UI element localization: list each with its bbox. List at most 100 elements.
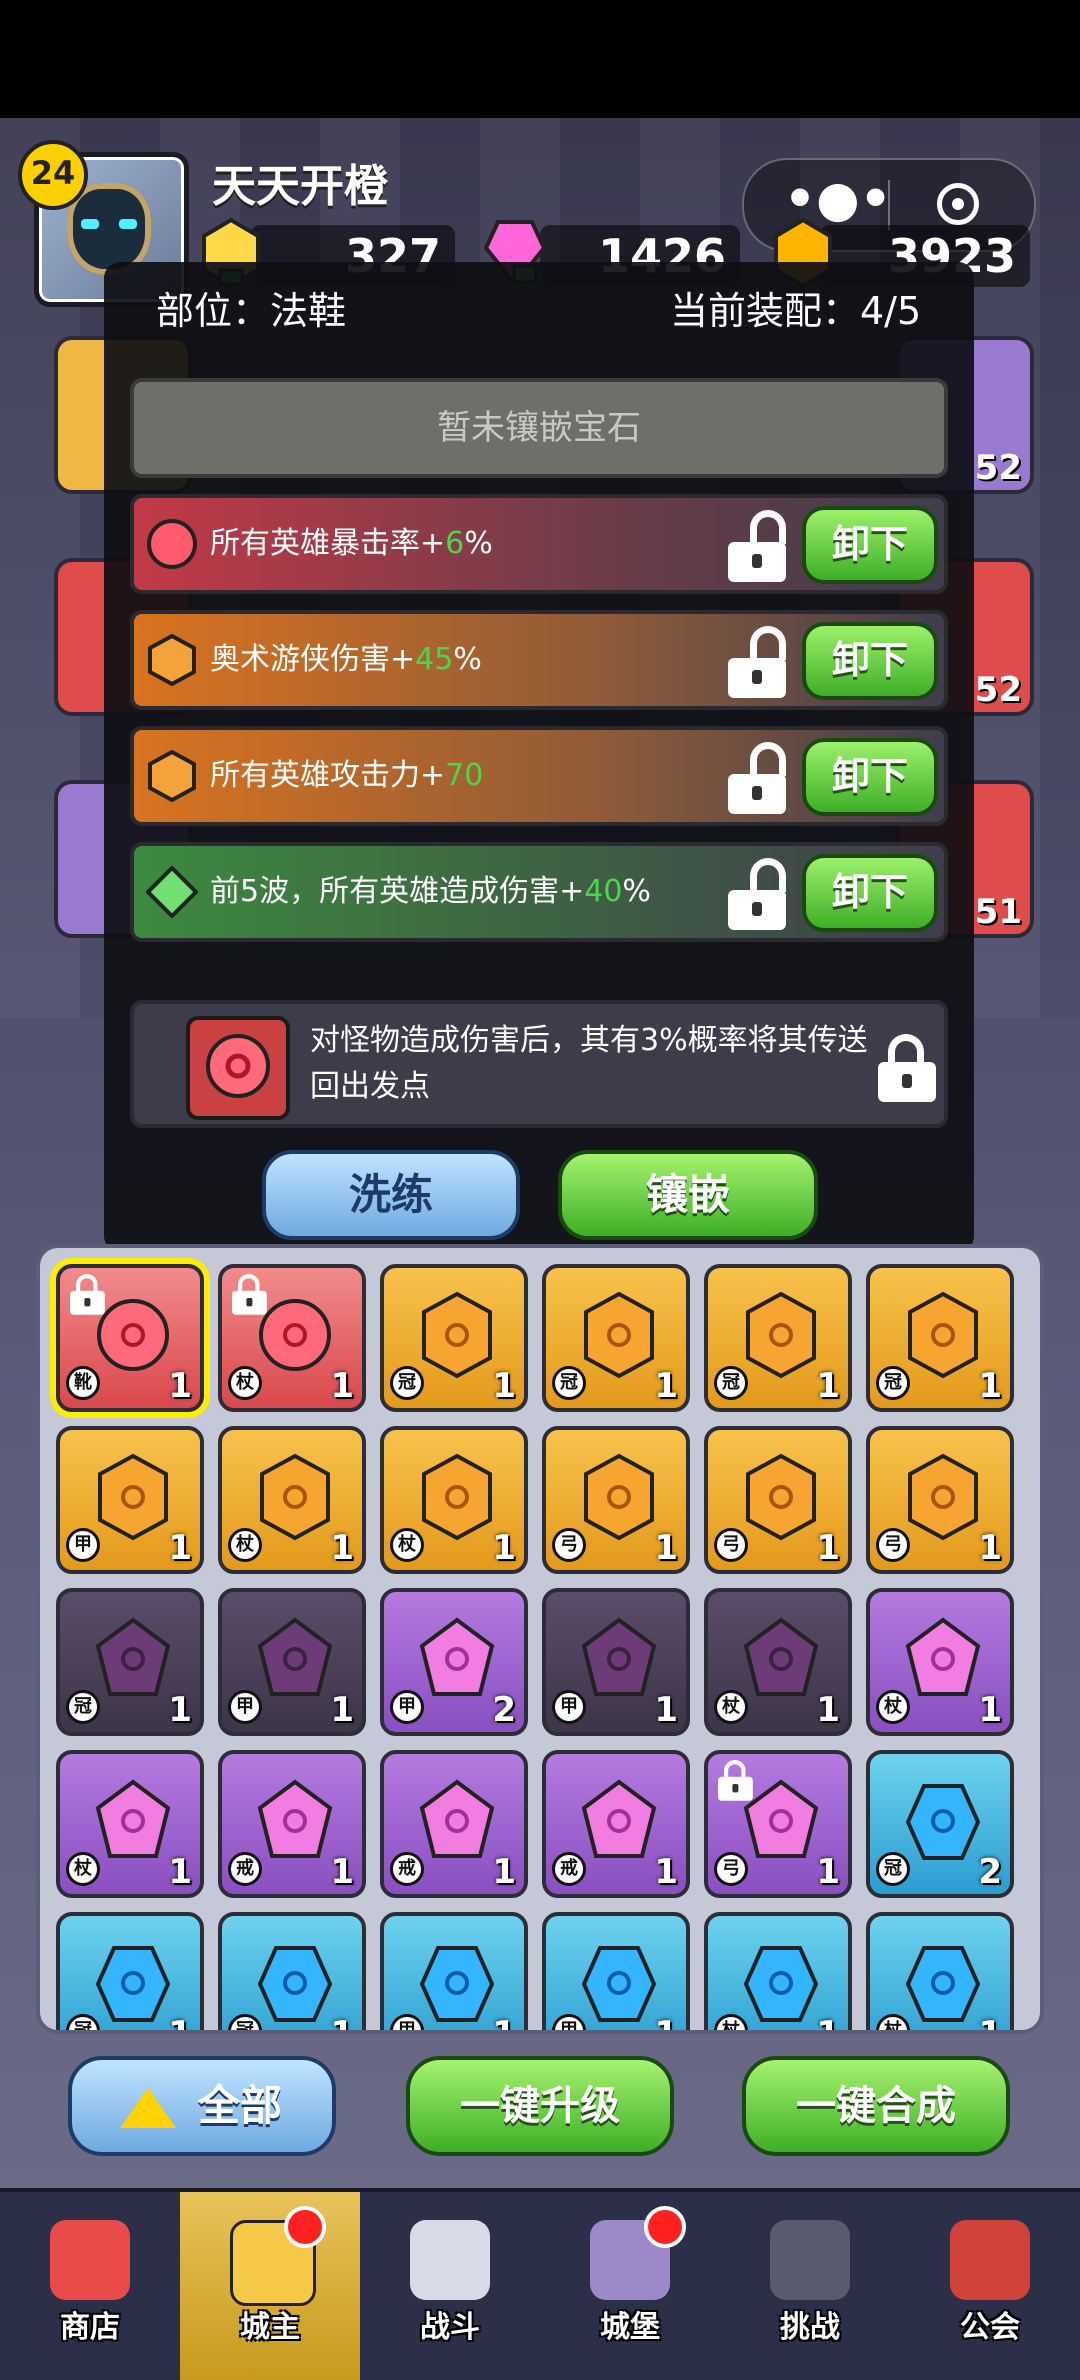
inventory-gem-slot[interactable]: 冠1: [866, 1264, 1014, 1412]
gem-icon: [746, 1291, 816, 1379]
unequip-button[interactable]: 卸下: [802, 854, 938, 932]
inventory-gem-slot[interactable]: 戒1: [542, 1750, 690, 1898]
gem-row: 所有英雄暴击率+6% 卸下: [130, 494, 948, 594]
equip-type-icon: 杖: [66, 1852, 100, 1886]
notification-dot: [284, 2206, 326, 2248]
gem-count: 1: [168, 2014, 192, 2034]
gem-count: 1: [330, 1690, 354, 1730]
nav-item-challenge[interactable]: 挑战: [720, 2192, 900, 2380]
gem-icon: [419, 1946, 495, 2022]
unlock-icon[interactable]: [728, 626, 786, 698]
inventory-gem-slot[interactable]: 冠1: [56, 1912, 204, 2034]
inventory-gem-slot[interactable]: 杖1: [218, 1426, 366, 1574]
compose-all-button[interactable]: 一键合成: [742, 2056, 1010, 2156]
unlock-icon[interactable]: [728, 858, 786, 930]
gem-icon: [422, 1453, 492, 1541]
nav-item-lord[interactable]: 城主: [180, 2192, 360, 2380]
inventory-gem-slot[interactable]: 戒1: [218, 1750, 366, 1898]
gem-icon: [422, 1291, 492, 1379]
filter-all-button[interactable]: 全部: [68, 2056, 336, 2156]
equip-type-icon: 冠: [714, 1366, 748, 1400]
gem-inventory-panel[interactable]: 靴1杖1冠1冠1冠1冠1甲1杖1杖1弓1弓1弓1冠1甲1甲2甲1杖1杖1杖1戒1…: [36, 1244, 1044, 2034]
inventory-gem-slot[interactable]: 甲1: [542, 1588, 690, 1736]
inventory-gem-slot[interactable]: 靴1: [56, 1264, 204, 1412]
gem-count: 1: [168, 1690, 192, 1730]
inventory-gem-slot[interactable]: 弓1: [866, 1426, 1014, 1574]
inventory-gem-slot[interactable]: 戒1: [380, 1750, 528, 1898]
unlock-icon[interactable]: [728, 510, 786, 582]
gem-count: 1: [816, 1690, 840, 1730]
inventory-gem-slot[interactable]: 杖1: [380, 1426, 528, 1574]
upgrade-all-button[interactable]: 一键升级: [406, 2056, 674, 2156]
inventory-gem-slot[interactable]: 杖1: [866, 1588, 1014, 1736]
gem-row: 奥术游侠伤害+45% 卸下: [130, 610, 948, 710]
inventory-gem-slot[interactable]: 冠1: [218, 1912, 366, 2030]
inventory-gem-slot[interactable]: 杖1: [56, 1750, 204, 1898]
gem-effect-label: 所有英雄暴击率+: [210, 526, 446, 561]
eye-icon: [119, 219, 137, 229]
unlock-icon[interactable]: [728, 742, 786, 814]
gem-effect-label: 奥术游侠伤害+: [210, 642, 416, 677]
gem-count: 1: [330, 1528, 354, 1568]
gem-effect: 奥术游侠伤害+45%: [210, 614, 482, 706]
orange-gem-icon: [148, 750, 196, 802]
close-target-icon[interactable]: [937, 183, 979, 225]
inventory-gem-slot[interactable]: 甲1: [380, 1912, 528, 2030]
inventory-gem-slot[interactable]: 甲2: [380, 1588, 528, 1736]
unequip-button[interactable]: 卸下: [802, 622, 938, 700]
bottom-nav: 商店 城主 战斗 城堡 挑战 公会: [0, 2188, 1080, 2380]
equip-type-icon: 甲: [66, 1528, 100, 1562]
inventory-gem-slot[interactable]: 弓1: [542, 1426, 690, 1574]
nav-item-guild[interactable]: 公会: [900, 2192, 1080, 2380]
player-name: 天天开橙: [212, 161, 388, 212]
nav-label: 城堡: [600, 2310, 660, 2345]
equip-type-icon: 甲: [552, 1690, 586, 1724]
gem-count: 2: [978, 1852, 1002, 1892]
player-level-badge: 24: [18, 140, 88, 210]
equip-type-icon: 冠: [390, 1366, 424, 1400]
green-gem-icon: [146, 866, 198, 918]
capsule-divider: [888, 180, 890, 230]
equip-type-icon: 甲: [390, 1690, 424, 1724]
wash-button[interactable]: 洗练: [262, 1150, 520, 1240]
inventory-gem-slot[interactable]: 冠1: [704, 1264, 852, 1412]
empty-gem-slot[interactable]: 暂未镶嵌宝石: [130, 378, 948, 478]
nav-item-battle[interactable]: 战斗: [360, 2192, 540, 2380]
inventory-gem-slot[interactable]: 冠1: [56, 1588, 204, 1736]
nav-item-shop[interactable]: 商店: [0, 2192, 180, 2380]
orange-gem-icon: [148, 634, 196, 686]
nav-item-castle[interactable]: 城堡: [540, 2192, 720, 2380]
gem-icon: [259, 1299, 331, 1371]
inventory-gem-slot[interactable]: 冠1: [542, 1264, 690, 1412]
unequip-button[interactable]: 卸下: [802, 506, 938, 584]
swords-icon: [410, 2220, 490, 2300]
triangle-up-icon: [120, 2088, 176, 2128]
gem-count: 1: [168, 1366, 192, 1406]
gem-count: 1: [978, 1366, 1002, 1406]
inventory-gem-slot[interactable]: 杖1: [704, 1588, 852, 1736]
equip-type-icon: 冠: [66, 1690, 100, 1724]
gem-effect-unit: %: [622, 874, 651, 909]
equip-type-icon: 弓: [552, 1528, 586, 1562]
inventory-gem-slot[interactable]: 杖1: [866, 1912, 1014, 2030]
gem-count: 2: [492, 1690, 516, 1730]
gem-effect-value: 6: [445, 526, 465, 561]
inventory-gem-slot[interactable]: 冠1: [380, 1264, 528, 1412]
inventory-gem-slot[interactable]: 弓1: [704, 1426, 852, 1574]
inventory-gem-slot[interactable]: 杖1: [218, 1264, 366, 1412]
inventory-gem-slot[interactable]: 杖1: [704, 1912, 852, 2030]
inventory-gem-slot[interactable]: 甲1: [542, 1912, 690, 2030]
shop-icon: [50, 2220, 130, 2300]
inventory-gem-slot[interactable]: 甲1: [218, 1588, 366, 1736]
lock-icon[interactable]: [878, 1034, 936, 1102]
gem-icon: [581, 1946, 657, 2022]
inventory-gem-slot[interactable]: 甲1: [56, 1426, 204, 1574]
equip-type-icon: 靴: [66, 1366, 100, 1400]
unequip-button[interactable]: 卸下: [802, 738, 938, 816]
gem-icon: [743, 1617, 819, 1696]
gem-icon: [257, 1779, 333, 1858]
inventory-gem-slot[interactable]: 冠2: [866, 1750, 1014, 1898]
inventory-gem-slot[interactable]: 弓1: [704, 1750, 852, 1898]
inlay-button[interactable]: 镶嵌: [558, 1150, 818, 1240]
gem-effect-label: 所有英雄攻击力+: [210, 758, 446, 793]
